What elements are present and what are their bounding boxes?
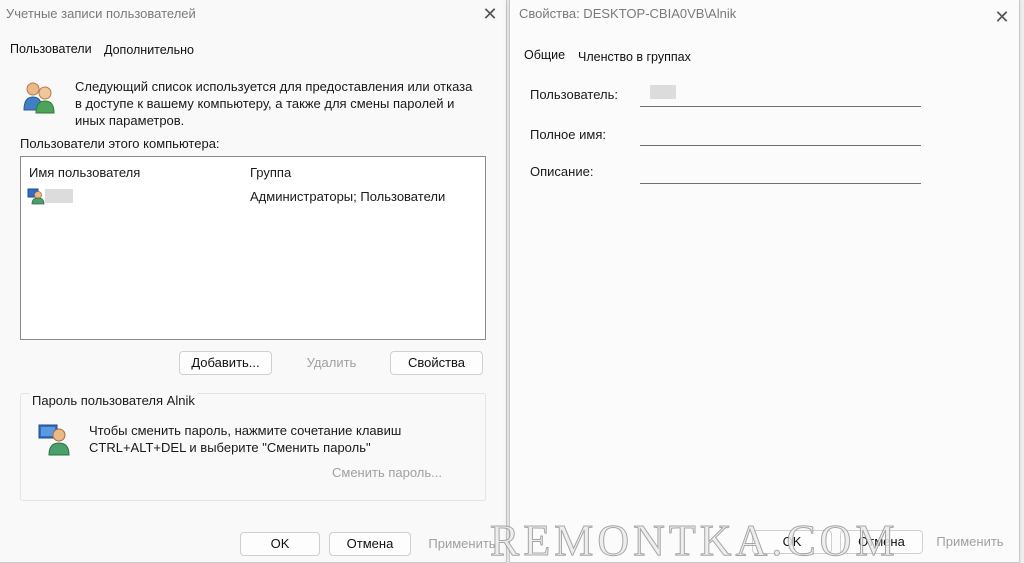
username-field[interactable]: [640, 106, 921, 107]
password-group-title: Пароль пользователя Alnik: [30, 393, 197, 408]
description-line-2: в доступе к вашему компьютеру, а также д…: [75, 96, 455, 111]
password-text-line-2: CTRL+ALT+DEL и выберите "Сменить пароль": [89, 440, 371, 455]
description-line-3: иных параметров.: [75, 113, 185, 128]
window-title: Свойства: DESKTOP-CBIA0VB\Alnik: [519, 6, 737, 21]
cancel-button[interactable]: Отмена: [840, 530, 923, 554]
user-properties-dialog: Свойства: DESKTOP-CBIA0VB\Alnik ✕ Общие …: [509, 0, 1020, 563]
user-accounts-dialog: Учетные записи пользователей ✕ Пользоват…: [0, 0, 507, 563]
remove-button[interactable]: Удалить: [285, 351, 378, 375]
close-icon[interactable]: ✕: [482, 5, 498, 23]
fullname-label: Полное имя:: [530, 127, 606, 142]
description-line-1: Следующий список используется для предос…: [75, 79, 473, 94]
window-title: Учетные записи пользователей: [6, 6, 196, 21]
redacted-username: [45, 189, 73, 203]
tab-advanced[interactable]: Дополнительно: [104, 43, 194, 57]
column-header-group[interactable]: Группа: [250, 165, 291, 180]
user-account-icon: [27, 188, 45, 205]
cancel-button[interactable]: Отмена: [329, 532, 411, 556]
table-row[interactable]: Администраторы; Пользователи: [25, 186, 481, 206]
tab-users[interactable]: Пользователи: [10, 42, 92, 56]
description-label: Описание:: [530, 164, 594, 179]
ok-button[interactable]: OK: [240, 532, 320, 556]
title-bar: Учетные записи пользователей ✕: [0, 0, 506, 30]
fullname-field[interactable]: [640, 145, 921, 146]
user-password-icon: [38, 424, 70, 456]
users-list[interactable]: Имя пользователя Группа Администраторы; …: [20, 156, 486, 340]
add-button[interactable]: Добавить...: [179, 351, 272, 375]
users-icon: [23, 82, 55, 114]
users-list-label: Пользователи этого компьютера:: [20, 136, 220, 151]
close-icon[interactable]: ✕: [994, 8, 1010, 26]
redacted-username-value: [650, 85, 676, 99]
username-label: Пользователь:: [530, 87, 618, 102]
column-header-username[interactable]: Имя пользователя: [29, 165, 140, 180]
change-password-button[interactable]: Сменить пароль...: [332, 465, 442, 480]
apply-button[interactable]: Применить: [422, 532, 502, 556]
password-text-line-1: Чтобы сменить пароль, нажмите сочетание …: [89, 423, 402, 438]
apply-button[interactable]: Применить: [930, 530, 1010, 554]
tab-group-membership[interactable]: Членство в группах: [578, 50, 691, 64]
title-bar: Свойства: DESKTOP-CBIA0VB\Alnik ✕: [510, 0, 1019, 30]
user-group: Администраторы; Пользователи: [250, 189, 446, 204]
ok-button[interactable]: OK: [752, 530, 832, 554]
tab-general[interactable]: Общие: [524, 48, 565, 62]
description-field[interactable]: [640, 183, 921, 184]
properties-button[interactable]: Свойства: [390, 351, 483, 375]
